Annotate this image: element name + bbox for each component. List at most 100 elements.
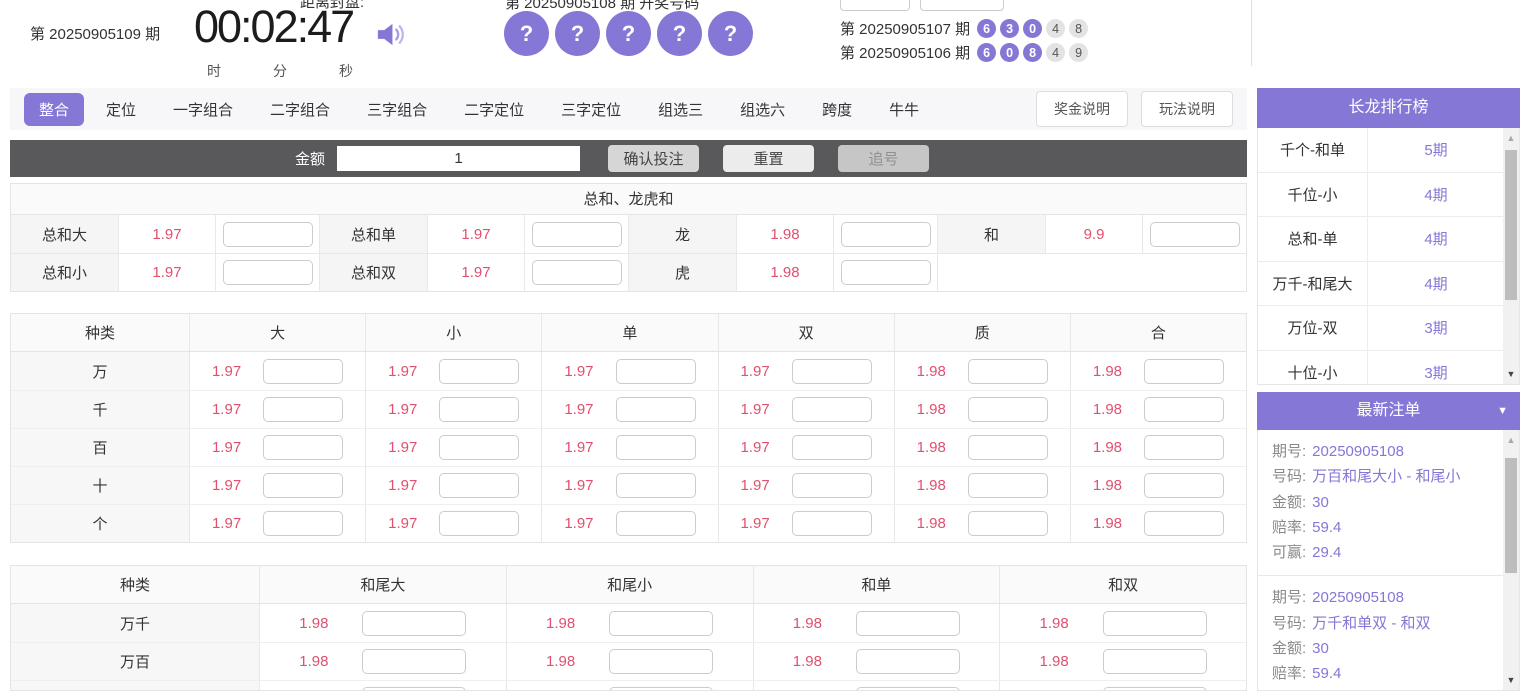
bet-amount-input[interactable]	[855, 649, 960, 674]
nav-bar: 整合 定位 一字组合 二字组合 三字组合 二字定位 三字定位 组选三 组选六 跨度 牛牛 奖金说明玩…	[10, 88, 1247, 130]
bet-amount-input[interactable]	[967, 473, 1048, 498]
bet-amount-input[interactable]	[263, 358, 344, 384]
bet-amount-input[interactable]	[615, 435, 696, 460]
nav-tab[interactable]: 定位	[91, 93, 151, 126]
bet-amount-input[interactable]	[222, 221, 313, 247]
scroll-down-icon[interactable]: ▼	[1503, 366, 1519, 382]
bet-amount-input[interactable]	[439, 511, 520, 536]
nav-tab[interactable]: 三字组合	[352, 93, 442, 126]
bet-amount-input[interactable]	[531, 260, 622, 285]
odds-value: 1.97	[564, 439, 594, 456]
dragon-row[interactable]: 千个-和单 5期	[1258, 128, 1519, 173]
bet-amount-input[interactable]	[615, 473, 696, 498]
bet-amount-input[interactable]	[855, 687, 960, 690]
bet-amount-input[interactable]	[791, 397, 872, 422]
nav-tab[interactable]: 组选三	[643, 93, 718, 126]
nav-tab[interactable]: 一字组合	[158, 93, 248, 126]
bet-amount-input[interactable]	[967, 358, 1048, 384]
confirm-bet-button[interactable]: 确认投注	[608, 145, 700, 172]
bet-amount-input[interactable]	[791, 435, 872, 460]
nav-tab[interactable]: 跨度	[807, 93, 867, 126]
position-table-header: 种类 大小单双质合	[11, 314, 1246, 352]
bet-amount-input[interactable]	[1144, 397, 1225, 422]
bet-amount-input[interactable]	[531, 221, 622, 247]
speaker-icon[interactable]	[374, 18, 407, 51]
bet-amount-input[interactable]	[791, 358, 872, 384]
nav-tab[interactable]: 三字定位	[546, 93, 636, 126]
odds-value: 1.97	[740, 477, 770, 494]
row-label: 万百	[11, 643, 259, 680]
dragon-row[interactable]: 十位-小 3期	[1258, 350, 1519, 384]
collapse-caret-icon[interactable]: ▼	[1497, 392, 1508, 430]
odds-cell: 1.97	[119, 254, 216, 291]
chase-number-button[interactable]: 追号	[838, 145, 930, 172]
dragon-row[interactable]: 千位-小 4期	[1258, 172, 1519, 217]
bet-amount-input[interactable]	[1102, 687, 1207, 690]
bet-amount-input[interactable]	[362, 687, 467, 690]
bet-amount-input[interactable]	[1144, 511, 1225, 536]
dragon-row[interactable]: 万千-和尾大 4期	[1258, 261, 1519, 306]
bet-amount-input[interactable]	[362, 610, 467, 636]
pending-ball: ?	[504, 11, 549, 56]
bet-amount-input[interactable]	[967, 435, 1048, 460]
bet-amount-input[interactable]	[222, 260, 313, 285]
odds-value: 1.97	[388, 515, 418, 532]
scroll-up-icon[interactable]: ▲	[1503, 130, 1519, 146]
bet-amount-input[interactable]	[855, 610, 960, 636]
bet-amount-input[interactable]	[615, 397, 696, 422]
scrollbar-thumb[interactable]	[1505, 458, 1517, 573]
sum-bet-group	[937, 254, 1246, 291]
nav-tab[interactable]: 整合	[24, 92, 85, 126]
bet-amount-input[interactable]	[439, 473, 520, 498]
bet-amount-input[interactable]	[609, 649, 714, 674]
bet-amount-input[interactable]	[263, 473, 344, 498]
orders-scrollbar[interactable]: ▲ ▼	[1503, 430, 1519, 690]
nav-tab[interactable]: 牛牛	[874, 93, 934, 126]
countdown-timer: 00:02:47	[194, 1, 355, 52]
bet-amount-input[interactable]	[609, 687, 714, 690]
bet-amount-input[interactable]	[840, 221, 931, 247]
bet-amount-input[interactable]	[1144, 435, 1225, 460]
bet-amount-input[interactable]	[791, 473, 872, 498]
orders-panel-title[interactable]: 最新注单 ▼	[1257, 392, 1520, 430]
scroll-down-icon[interactable]: ▼	[1503, 672, 1519, 688]
dragon-scrollbar[interactable]: ▲ ▼	[1503, 128, 1519, 384]
bet-amount-input[interactable]	[609, 610, 714, 636]
odds-value: 1.98	[1092, 477, 1123, 494]
dragon-row[interactable]: 总和-单 4期	[1258, 217, 1519, 262]
bet-type-label: 和	[938, 215, 1046, 253]
bet-amount-input[interactable]	[1102, 649, 1207, 674]
scroll-up-icon[interactable]: ▲	[1503, 432, 1519, 448]
reset-button[interactable]: 重置	[723, 145, 815, 172]
bet-amount-input[interactable]	[263, 397, 344, 422]
bet-amount-input[interactable]	[1102, 610, 1207, 636]
bet-amount-input[interactable]	[439, 397, 520, 422]
odds-value: 1.97	[740, 515, 770, 532]
header-button-stub[interactable]	[840, 0, 910, 11]
help-button[interactable]: 玩法说明	[1141, 91, 1233, 127]
help-button[interactable]: 奖金说明	[1036, 91, 1128, 127]
scrollbar-thumb[interactable]	[1505, 150, 1517, 300]
bet-amount-input[interactable]	[263, 511, 344, 536]
bet-amount-input[interactable]	[439, 435, 520, 460]
header-button-stub[interactable]	[920, 0, 1004, 11]
nav-tab[interactable]: 二字定位	[449, 93, 539, 126]
nav-tab[interactable]: 组选六	[725, 93, 800, 126]
bet-amount-input[interactable]	[615, 511, 696, 536]
bet-amount-input[interactable]	[1149, 221, 1240, 247]
bet-amount-input[interactable]	[362, 649, 467, 674]
bet-amount-input[interactable]	[615, 358, 696, 384]
bet-amount-input[interactable]	[1144, 358, 1225, 384]
dragon-row[interactable]: 万位-双 3期	[1258, 306, 1519, 351]
bet-amount-input[interactable]	[263, 435, 344, 460]
amount-input[interactable]	[337, 146, 581, 171]
bet-amount-input[interactable]	[1144, 473, 1225, 498]
bet-amount-input[interactable]	[840, 260, 931, 285]
bet-amount-input[interactable]	[967, 397, 1048, 422]
bet-amount-input[interactable]	[791, 511, 872, 536]
bet-amount-input[interactable]	[967, 511, 1048, 536]
bet-cell: 1.97	[189, 352, 365, 390]
bet-amount-input[interactable]	[439, 358, 520, 384]
nav-tab[interactable]: 二字组合	[255, 93, 345, 126]
bet-cell: 1.98	[893, 429, 1070, 466]
